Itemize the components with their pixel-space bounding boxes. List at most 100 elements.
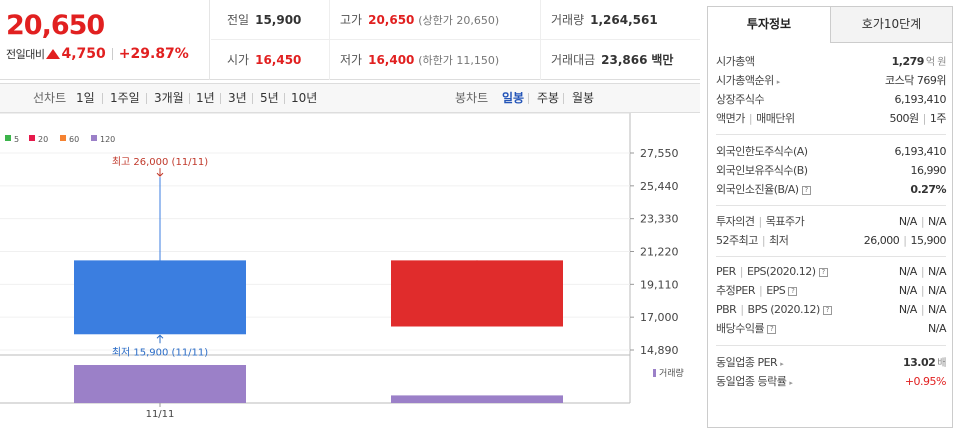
info-row: 시가 16,450 저가 16,400 (하한가 11,150) 거래대금 23,86…	[211, 40, 700, 80]
foreign-limit-row: 외국인한도주식수(A) 6,193,410	[716, 143, 947, 161]
opinion-row: 투자의견 | 목표주가 N/A | N/A	[716, 215, 946, 228]
low-arrow-icon	[156, 334, 164, 344]
help-icon[interactable]: ?	[822, 305, 832, 315]
foreign-limit-label: 외국인한도주식수(A)	[716, 145, 808, 158]
volume-cell: 거래량 1,264,561	[540, 0, 658, 40]
legend-label: 60	[69, 135, 79, 144]
candle-body	[74, 260, 246, 335]
industry-rate-label: 동일업종 등락률	[716, 375, 787, 388]
lot-value: 1주	[929, 112, 947, 125]
divider	[716, 256, 946, 257]
legend-label: 20	[38, 135, 48, 144]
target-label: 목표주가	[765, 215, 805, 228]
week52-low-label: 최저	[769, 234, 789, 247]
x-tick-label: 11/11	[146, 409, 175, 420]
industry-per-label: 동일업종 PER	[716, 356, 778, 369]
help-icon[interactable]: ?	[788, 286, 798, 296]
tab-weekly-candle[interactable]: 주봉	[537, 84, 559, 112]
divider	[111, 48, 113, 60]
tab-3months[interactable]: 3개월	[154, 84, 184, 112]
shares-label: 상장주식수	[716, 93, 765, 106]
prev-close-value: 15,900	[255, 13, 302, 27]
amount-unit: 백만	[651, 53, 674, 67]
foreign-hold-row: 외국인보유주식수(B) 16,990	[716, 162, 946, 180]
high-annotation: 최고 26,000 (11/11)	[112, 156, 208, 168]
pbr-value: N/A	[898, 303, 917, 316]
par-lot-row: 액면가 | 매매단위 500원 | 1주	[716, 112, 947, 125]
bps-label: BPS (2020.12)	[747, 303, 821, 316]
quote-info-grid: 전일 15,900 고가 20,650 (상한가 20,650) 거래량 1,264,…	[211, 0, 700, 80]
help-icon[interactable]: ?	[767, 324, 777, 334]
tab-daily-candle[interactable]: 일봉	[502, 84, 524, 112]
foreign-limit-value: 6,193,410	[894, 145, 947, 158]
pbr-row: PBR | BPS (2020.12)? N/A | N/A	[716, 303, 946, 316]
tab-investment-info[interactable]: 투자정보	[708, 7, 830, 43]
market-cap-unit: 억 원	[925, 57, 947, 68]
foreign-rate-label: 외국인소진율(B/A)	[716, 183, 799, 196]
chevron-right-icon: ▸	[780, 360, 784, 368]
volume-legend-label: 거래량	[659, 367, 684, 379]
upper-limit-text: (상한가 20,650)	[418, 14, 500, 27]
investment-info-panel: 투자정보 호가10단계 시가총액 1,279 억 원 시가총액순위 ▸ 코스닥 76…	[707, 6, 953, 428]
week52-high-value: 26,000	[863, 234, 900, 247]
y-tick-label: 25,440	[640, 180, 679, 193]
low-value: 16,400	[368, 53, 415, 67]
industry-per-row[interactable]: 동일업종 PER ▸ 13.02 배	[716, 354, 946, 372]
shares-row: 상장주식수 6,193,410	[716, 91, 947, 109]
cap-rank-row[interactable]: 시가총액순위 ▸ 코스닥 769위	[716, 72, 946, 90]
lot-label: 매매단위	[756, 112, 795, 125]
chart-canvas: 27,550 25,440 23,330 21,220 19,110 17,000 14,8…	[0, 113, 684, 420]
change-rate: +29.87%	[118, 46, 189, 62]
tab-1week[interactable]: 1주일	[110, 84, 140, 112]
price-box: 20,650 전일대비 4,750 +29.87%	[0, 0, 210, 80]
tab-10years[interactable]: 10년	[291, 84, 317, 112]
legend-swatch	[91, 135, 97, 141]
divider	[146, 93, 147, 104]
up-arrow-icon	[46, 49, 61, 59]
panel-tabs: 투자정보 호가10단계	[708, 7, 952, 43]
week52-high-label: 52주최고	[716, 234, 758, 247]
week52-row: 52주최고 | 최저 26,000 | 15,900	[716, 234, 946, 247]
open-label: 시가	[227, 53, 250, 67]
divider	[189, 93, 190, 104]
opinion-value: N/A	[898, 215, 917, 228]
tab-5years[interactable]: 5년	[260, 84, 279, 112]
y-tick-label: 17,000	[640, 311, 679, 324]
high-value: 20,650	[368, 13, 415, 27]
per-value: N/A	[898, 265, 917, 278]
quote-summary: 20,650 전일대비 4,750 +29.87% 전일 15,900 고가 20,…	[0, 0, 700, 80]
y-tick-label: 19,110	[640, 278, 679, 291]
amount-cell: 거래대금 23,866 백만	[540, 40, 673, 80]
amount-value: 23,866	[601, 53, 648, 67]
volume-bar	[74, 365, 246, 403]
par-label: 액면가	[716, 112, 745, 125]
cap-rank-value: 코스닥 769위	[885, 74, 946, 87]
divider	[716, 345, 946, 346]
market-cap-row: 시가총액 1,279 억 원	[716, 53, 947, 71]
tab-monthly-candle[interactable]: 월봉	[572, 84, 594, 112]
tab-order-book-10[interactable]: 호가10단계	[830, 7, 952, 43]
change-value: 4,750	[61, 46, 106, 62]
tab-3years[interactable]: 3년	[228, 84, 247, 112]
bps-value: N/A	[928, 303, 946, 316]
help-icon[interactable]: ?	[801, 185, 811, 195]
industry-rate-row[interactable]: 동일업종 등락률 ▸ +0.95%	[716, 373, 947, 391]
market-cap-value: 1,279	[891, 55, 925, 68]
candle-chart-label: 봉차트	[455, 91, 489, 105]
est-eps-label: EPS	[766, 284, 786, 297]
dividend-row: 배당수익률? N/A	[716, 320, 946, 338]
tab-1year[interactable]: 1년	[196, 84, 215, 112]
high-cell: 고가 20,650 (상한가 20,650)	[329, 0, 499, 40]
line-chart-label: 선차트	[33, 91, 67, 105]
help-icon[interactable]: ?	[818, 267, 828, 277]
tab-1day[interactable]: 1일	[76, 84, 95, 112]
pbr-label: PBR	[716, 303, 737, 316]
shares-value: 6,193,410	[894, 93, 947, 106]
open-value: 16,450	[255, 53, 302, 67]
y-tick-label: 21,220	[640, 246, 679, 259]
period-tab-bar: 선차트 1일 1주일 3개월 1년 3년 5년 10년 봉차트 일봉 주봉 월봉	[0, 83, 700, 113]
legend-label: 120	[100, 135, 115, 144]
low-label: 저가	[340, 53, 363, 67]
industry-per-value: 13.02	[903, 356, 936, 369]
current-price: 20,650	[6, 10, 105, 41]
